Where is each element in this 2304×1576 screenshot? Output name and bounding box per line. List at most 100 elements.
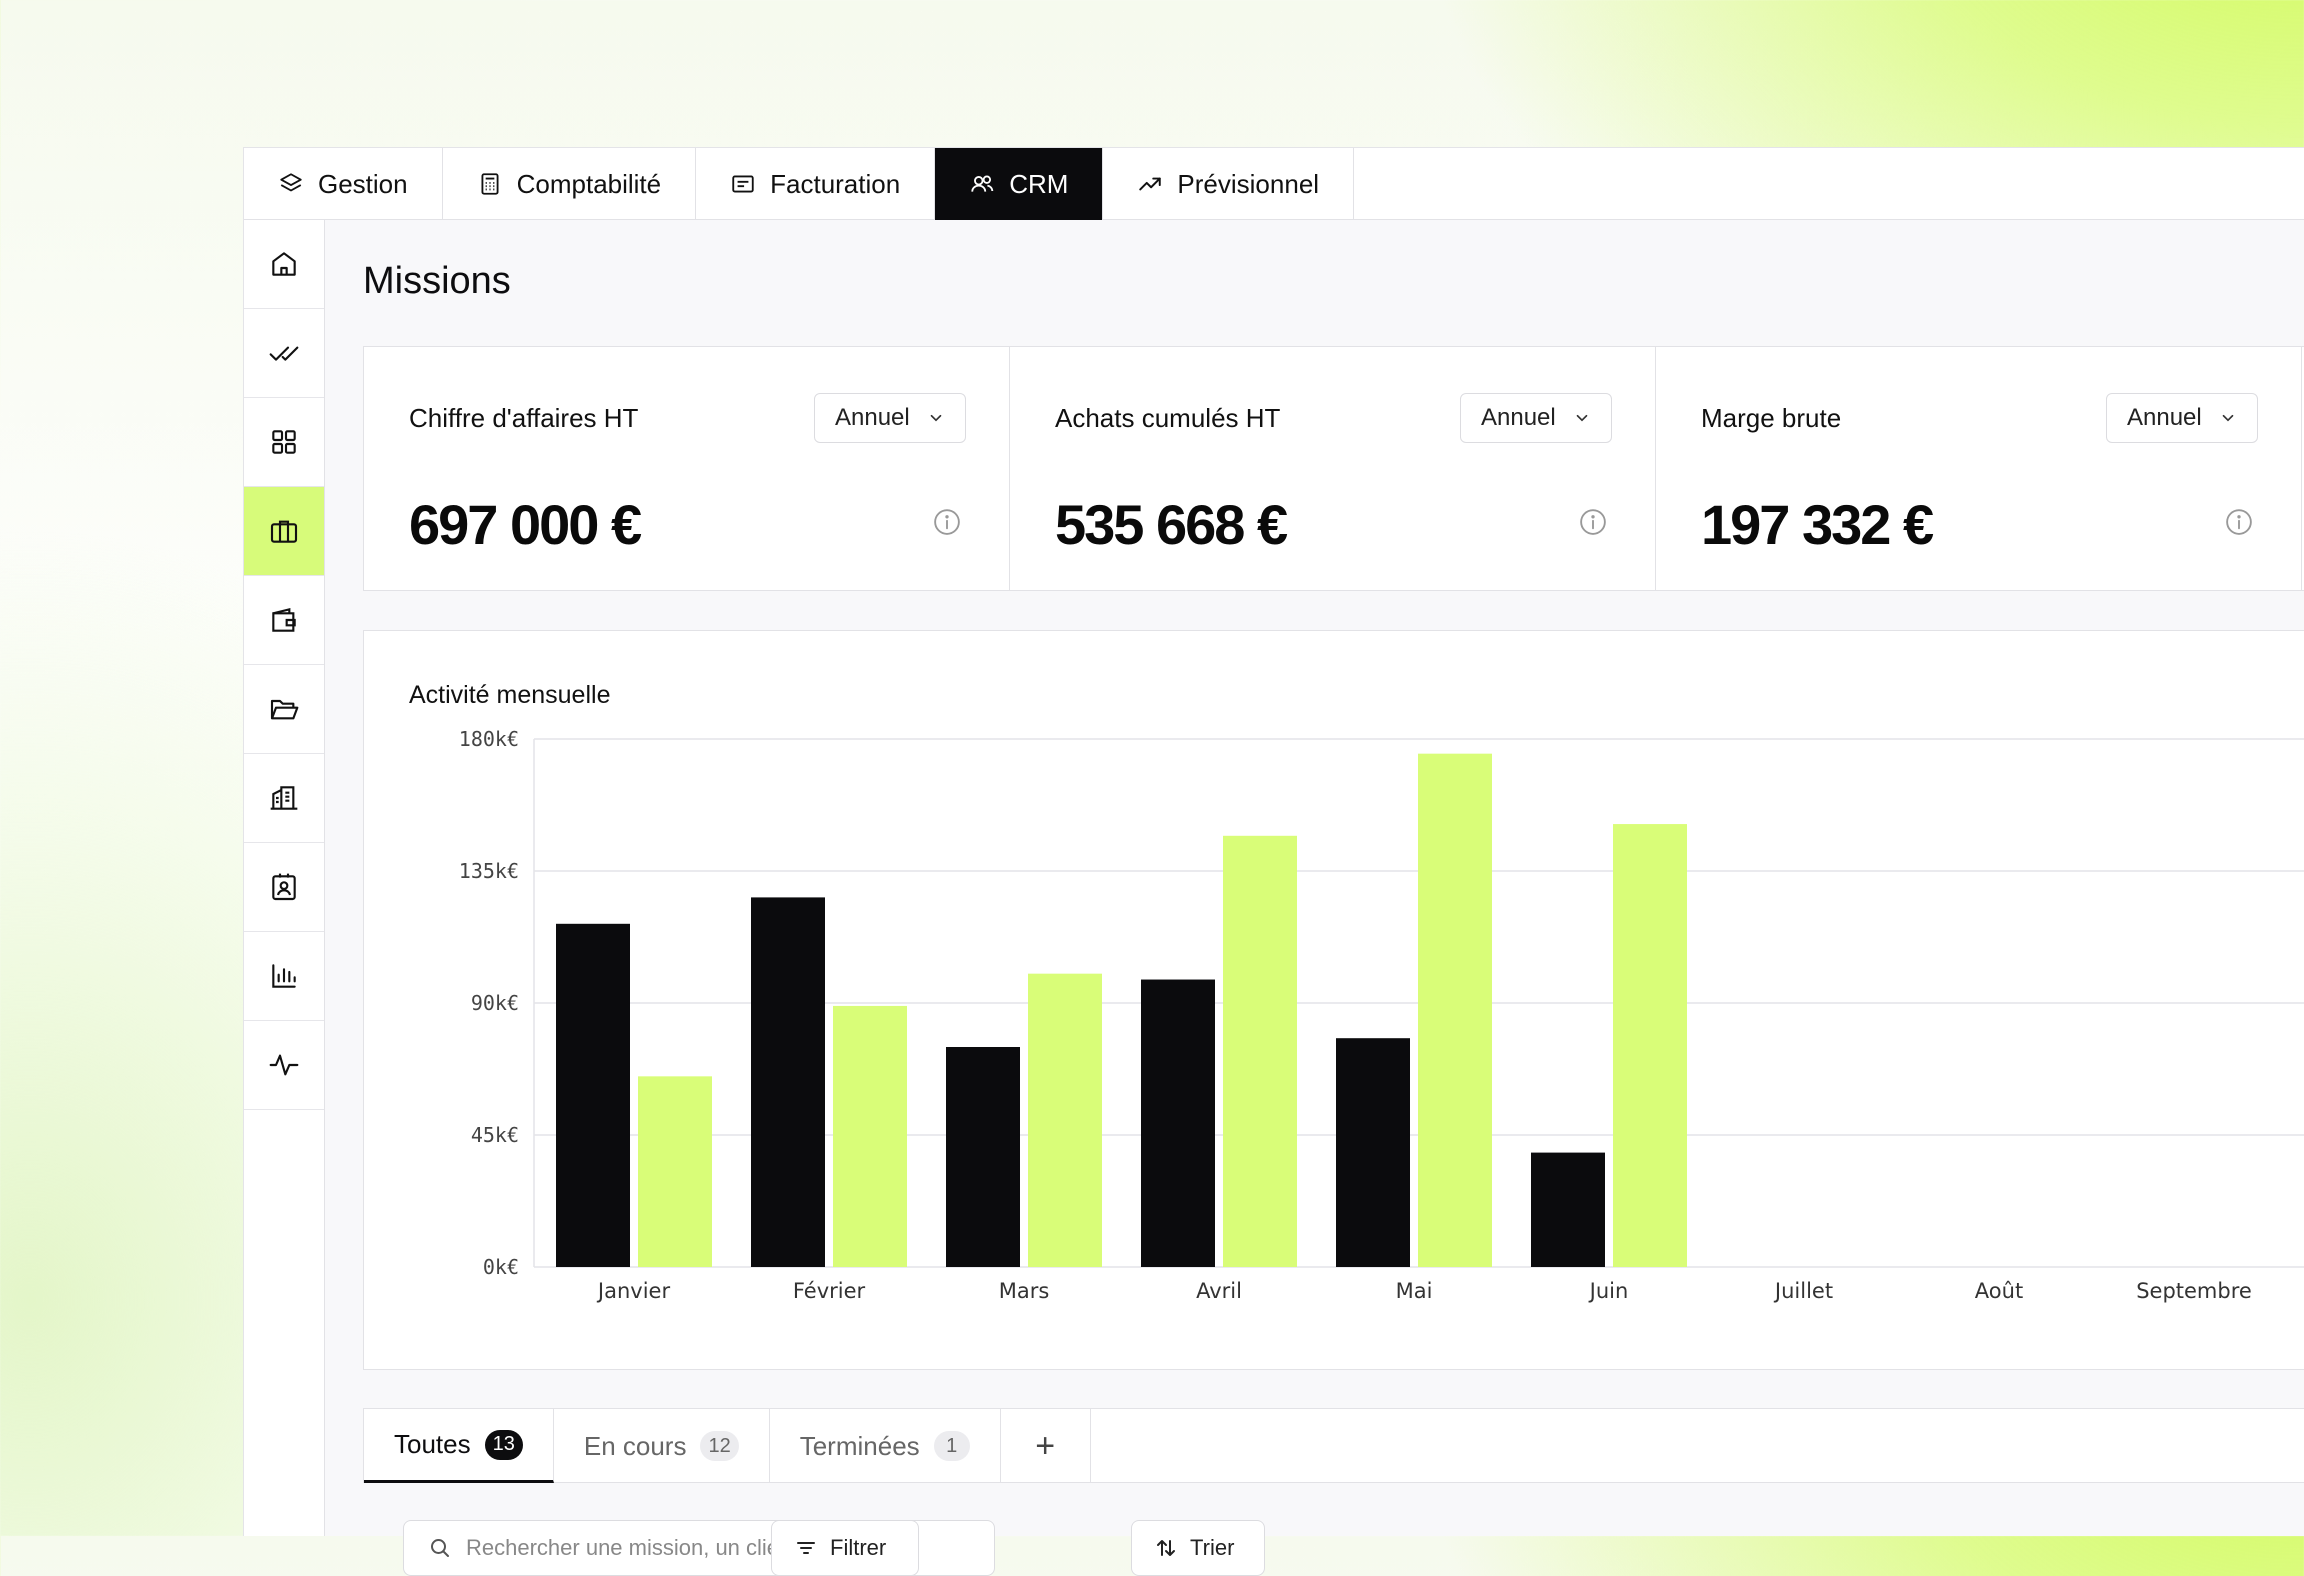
x-tick-label: Mai — [1396, 1279, 1433, 1303]
contact-card-icon — [272, 873, 296, 901]
sort-arrows-icon — [1157, 1540, 1175, 1556]
y-tick-label: 0k€ — [483, 1255, 519, 1279]
module-tabs: Gestion Comptabilité Facturation CRM Pré… — [244, 148, 2304, 220]
period-select[interactable]: Annuel — [2106, 393, 2258, 443]
building-icon — [270, 786, 298, 810]
x-tick-label: Février — [793, 1279, 866, 1303]
kpi-value: 697 000 € — [409, 493, 642, 556]
monthly-activity-card: Activité mensuelle 0k€ 45k€ 90k€ 135k€ 180k€… — [363, 630, 2304, 1370]
tab-gestion[interactable]: Gestion — [244, 148, 443, 220]
briefcase-icon — [270, 520, 298, 543]
tab-en-cours[interactable]: En cours 12 — [554, 1409, 770, 1483]
tab-crm[interactable]: CRM — [935, 148, 1104, 220]
bar — [1028, 973, 1102, 1267]
filter-button-label: Filtrer — [830, 1535, 887, 1560]
sidebar-item-contacts[interactable] — [244, 843, 324, 932]
tab-label: Toutes — [394, 1429, 471, 1459]
bar-chart-icon — [272, 964, 296, 988]
chevron-down-icon — [930, 414, 942, 422]
kpi-value: 197 332 € — [1701, 493, 1934, 556]
tab-label: Terminées — [799, 1430, 920, 1461]
filter-button[interactable]: Filtrer — [771, 1520, 919, 1576]
kpi-card-margin: Marge brute Annuel 197 332 € — [1656, 347, 2302, 590]
users-icon — [971, 175, 994, 192]
period-select-value: Annuel — [2127, 404, 2202, 431]
sort-button[interactable]: Trier — [1131, 1520, 1265, 1576]
x-tick-label: Juin — [1588, 1279, 1629, 1303]
sidebar-item-wallet[interactable] — [244, 576, 324, 665]
folder-icon — [270, 699, 299, 720]
tab-terminees[interactable]: Terminées 1 — [770, 1409, 1001, 1483]
bar — [946, 1047, 1020, 1267]
sidebar — [244, 220, 325, 1536]
add-tab-button[interactable]: + — [1001, 1409, 1091, 1483]
count-badge: 1 — [933, 1431, 970, 1461]
period-select-value: Annuel — [835, 404, 910, 431]
sidebar-item-dashboard[interactable] — [244, 398, 324, 487]
bar — [1613, 824, 1687, 1267]
sidebar-item-missions[interactable] — [244, 487, 324, 576]
x-tick-label: Janvier — [596, 1279, 671, 1303]
y-tick-label: 90k€ — [471, 991, 519, 1015]
trending-up-icon — [1139, 177, 1162, 191]
x-tick-label: Mars — [999, 1279, 1050, 1303]
sidebar-item-tasks[interactable] — [244, 309, 324, 398]
sidebar-item-companies[interactable] — [244, 754, 324, 843]
grid-icon — [272, 430, 296, 454]
tab-previsionnel[interactable]: Prévisionnel — [1103, 148, 1355, 220]
x-tick-label: Août — [1975, 1279, 2023, 1303]
bar-chart: 0k€ 45k€ 90k€ 135k€ 180k€ Janvier Février Mars A… — [459, 727, 2304, 1303]
tab-toutes[interactable]: Toutes 13 — [364, 1409, 554, 1483]
bar — [833, 1005, 907, 1267]
search-icon — [431, 1539, 449, 1557]
home-icon — [272, 252, 296, 276]
bar — [1223, 835, 1297, 1267]
bar — [556, 923, 630, 1267]
period-select-value: Annuel — [1481, 404, 1556, 431]
tab-comptabilite[interactable]: Comptabilité — [443, 148, 697, 220]
x-tick-label: Avril — [1196, 1279, 1242, 1303]
count-badge: 13 — [484, 1429, 523, 1460]
kpi-value: 535 668 € — [1055, 493, 1288, 556]
chevron-down-icon — [2222, 414, 2234, 422]
tab-label: CRM — [1009, 168, 1069, 199]
invoice-icon — [732, 175, 754, 193]
main-content: Missions Chiffre d'affaires HT Annuel 69… — [325, 220, 2304, 1576]
count-badge: 12 — [700, 1431, 739, 1461]
sidebar-item-home[interactable] — [244, 220, 324, 309]
bar — [638, 1076, 712, 1267]
info-icon[interactable] — [2224, 507, 2254, 537]
bar — [1418, 753, 1492, 1267]
sidebar-item-documents[interactable] — [244, 665, 324, 754]
period-select[interactable]: Annuel — [814, 393, 966, 443]
app-window: Gestion Comptabilité Facturation CRM Pré… — [243, 147, 2304, 1576]
tab-label: Facturation — [770, 168, 901, 199]
tab-label: En cours — [583, 1430, 687, 1461]
bar — [1336, 1038, 1410, 1267]
sidebar-item-activity[interactable] — [244, 1021, 324, 1110]
activity-icon — [269, 1054, 299, 1076]
tab-facturation[interactable]: Facturation — [696, 148, 936, 220]
bar — [1531, 1152, 1605, 1267]
kpi-label: Achats cumulés HT — [1055, 403, 1281, 433]
tab-label: Gestion — [318, 168, 408, 199]
layers-icon — [280, 173, 302, 192]
info-icon[interactable] — [1578, 507, 1608, 537]
filter-lines-icon — [797, 1542, 815, 1554]
x-tick-label: Juillet — [1773, 1279, 1833, 1303]
calculator-icon — [481, 173, 499, 195]
info-icon[interactable] — [932, 507, 962, 537]
tab-label: Prévisionnel — [1177, 168, 1320, 199]
kpi-label: Marge brute — [1701, 403, 1842, 433]
y-tick-label: 180k€ — [459, 727, 519, 751]
sidebar-item-reports[interactable] — [244, 932, 324, 1021]
kpi-card-revenue: Chiffre d'affaires HT Annuel 697 000 € — [364, 347, 1010, 590]
double-check-icon — [269, 346, 299, 361]
period-select[interactable]: Annuel — [1460, 393, 1612, 443]
chevron-down-icon — [1576, 414, 1588, 422]
kpi-row: Chiffre d'affaires HT Annuel 697 000 € A… — [363, 346, 2304, 591]
page-title: Missions — [363, 260, 511, 302]
tab-label: Comptabilité — [516, 168, 662, 199]
bar — [1141, 979, 1215, 1267]
kpi-card-purchases: Achats cumulés HT Annuel 535 668 € — [1010, 347, 1656, 590]
